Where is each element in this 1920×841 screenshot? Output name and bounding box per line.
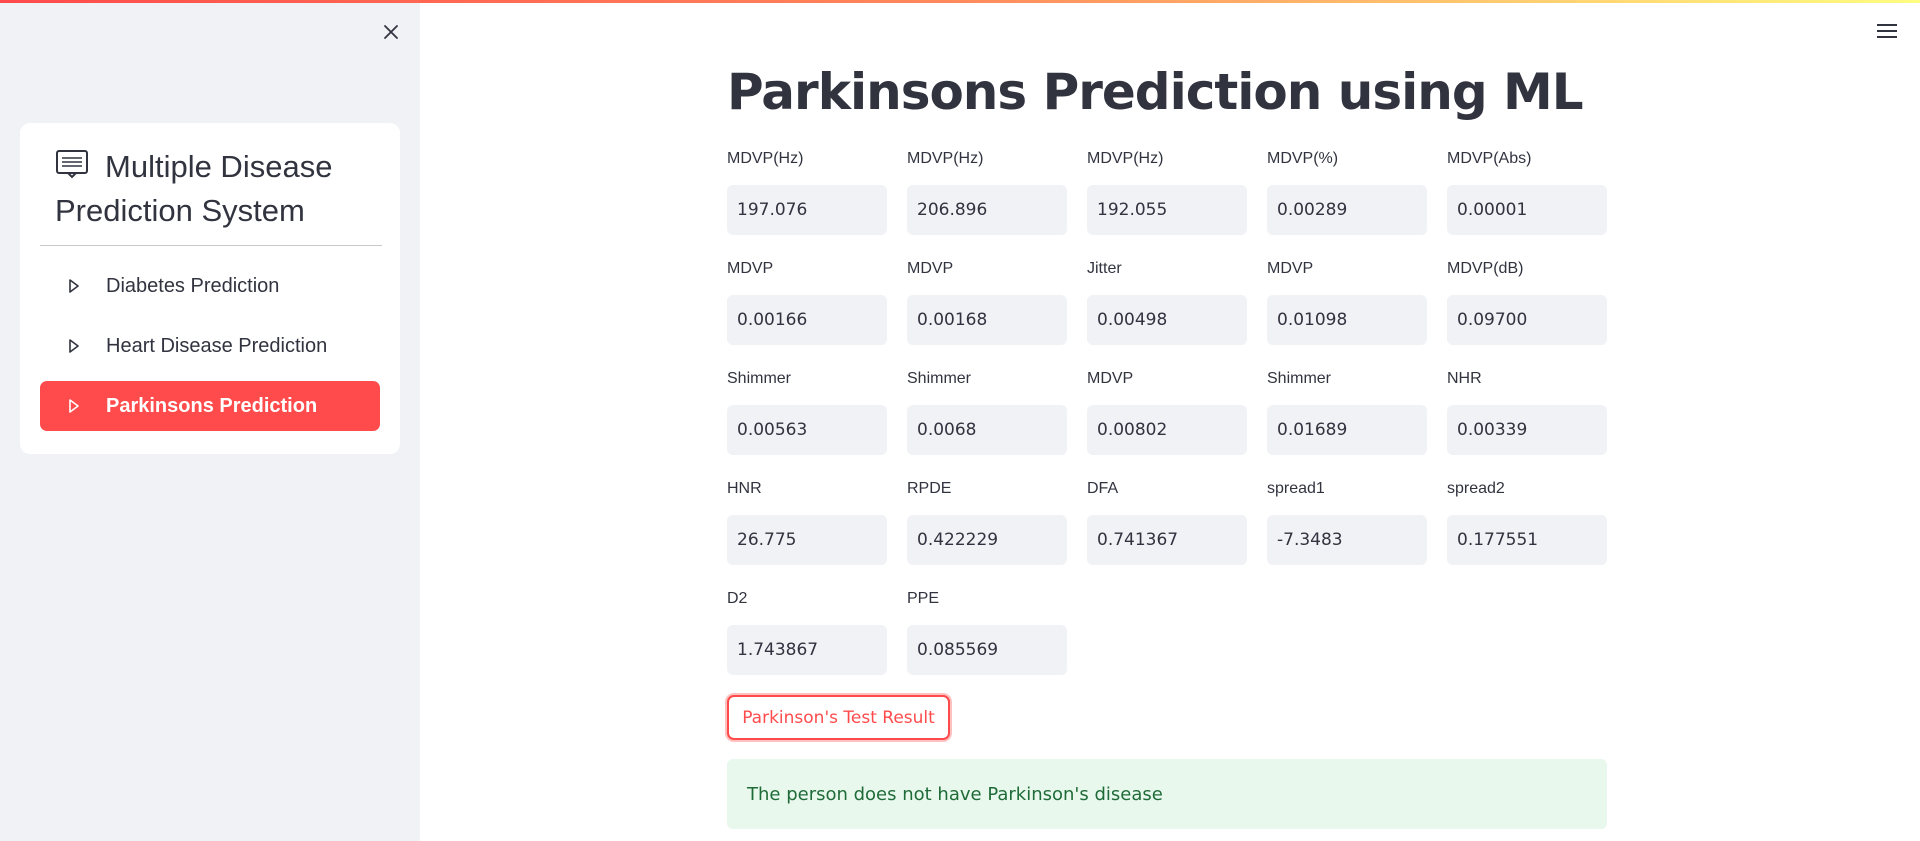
ppe-input[interactable] [907,625,1067,675]
menu-item-diabetes-prediction[interactable]: Diabetes Prediction [40,261,380,311]
field-label: spread2 [1447,480,1505,497]
result-alert: The person does not have Parkinson's dis… [727,759,1607,829]
field-label: D2 [727,590,748,607]
field-label: HNR [727,480,762,497]
mdvp-shimmer-input[interactable] [1267,295,1427,345]
mdvp-shimmer-db-input[interactable] [1447,295,1607,345]
mdvp-apq-input[interactable] [1087,405,1247,455]
menu-item-label: Diabetes Prediction [106,274,280,297]
field-label: Shimmer [1267,370,1332,387]
field-jitter-ddp: Jitter [1087,258,1247,345]
field-label: MDVP [1267,260,1314,277]
menu-divider [40,245,382,246]
field-mdvp-fhi-hz: MDVP(Hz) [907,148,1067,235]
field-label: PPE [907,590,940,607]
play-triangle-icon [68,339,98,353]
field-label: Jitter [1087,260,1122,277]
field-mdvp-rap: MDVP [727,258,887,345]
field-mdvp-apq: MDVP [1087,368,1247,455]
close-sidebar-button[interactable] [378,19,404,45]
field-label: MDVP [727,260,774,277]
field-spread1: spread1 [1267,478,1427,565]
menu-title: Multiple Disease Prediction System [55,145,385,233]
list-card-icon [56,150,88,179]
field-mdvp-jitter-percent: MDVP(%) [1267,148,1427,235]
play-triangle-icon [68,399,98,413]
menu-title-text: Multiple Disease Prediction System [55,149,333,228]
field-label: MDVP(Hz) [727,150,804,167]
field-label: NHR [1447,370,1482,387]
field-label: Shimmer [727,370,792,387]
shimmer-apq5-input[interactable] [907,405,1067,455]
mdvp-jitter-percent-input[interactable] [1267,185,1427,235]
parkinsons-test-result-button[interactable]: Parkinson's Test Result [727,695,950,740]
play-triangle-icon [68,279,98,293]
result-text: The person does not have Parkinson's dis… [747,783,1163,805]
field-rpde: RPDE [907,478,1067,565]
mdvp-fhi-hz-input[interactable] [907,185,1067,235]
spread2-input[interactable] [1447,515,1607,565]
menu-item-label: Heart Disease Prediction [106,334,328,357]
field-d2: D2 [727,588,887,675]
field-label: spread1 [1267,480,1325,497]
field-mdvp-fo-hz: MDVP(Hz) [727,148,887,235]
nhr-input[interactable] [1447,405,1607,455]
spread1-input[interactable] [1267,515,1427,565]
field-ppe: PPE [907,588,1067,675]
option-menu: Multiple Disease Prediction System Diabe… [20,123,400,454]
mdvp-jitter-abs-input[interactable] [1447,185,1607,235]
field-mdvp-shimmer: MDVP [1267,258,1427,345]
menu-item-label: Parkinsons Prediction [106,394,318,417]
hnr-input[interactable] [727,515,887,565]
field-label: MDVP(Abs) [1447,150,1532,167]
field-mdvp-ppq: MDVP [907,258,1067,345]
field-nhr: NHR [1447,368,1607,455]
main-menu-button[interactable] [1876,22,1898,40]
field-shimmer-apq3: Shimmer [727,368,887,455]
dfa-input[interactable] [1087,515,1247,565]
shimmer-dda-input[interactable] [1267,405,1427,455]
field-label: Shimmer [907,370,972,387]
field-label: RPDE [907,480,952,497]
menu-item-heart-disease-prediction[interactable]: Heart Disease Prediction [40,321,380,371]
field-label: MDVP(dB) [1447,260,1524,277]
field-label: MDVP(%) [1267,150,1339,167]
mdvp-ppq-input[interactable] [907,295,1067,345]
field-label: MDVP [1087,370,1134,387]
field-mdvp-jitter-abs: MDVP(Abs) [1447,148,1607,235]
field-label: MDVP(Hz) [907,150,984,167]
rpde-input[interactable] [907,515,1067,565]
mdvp-fo-hz-input[interactable] [727,185,887,235]
field-label: DFA [1087,480,1119,497]
field-mdvp-flo-hz: MDVP(Hz) [1087,148,1247,235]
page-title: Parkinsons Prediction using ML [727,63,1584,121]
field-dfa: DFA [1087,478,1247,565]
mdvp-flo-hz-input[interactable] [1087,185,1247,235]
d2-input[interactable] [727,625,887,675]
sidebar: Multiple Disease Prediction System Diabe… [0,3,420,841]
shimmer-apq3-input[interactable] [727,405,887,455]
field-spread2: spread2 [1447,478,1607,565]
close-icon [384,25,398,39]
hamburger-icon [1877,24,1897,38]
field-mdvp-shimmer-db: MDVP(dB) [1447,258,1607,345]
jitter-ddp-input[interactable] [1087,295,1247,345]
field-shimmer-apq5: Shimmer [907,368,1067,455]
mdvp-rap-input[interactable] [727,295,887,345]
field-label: MDVP(Hz) [1087,150,1164,167]
field-hnr: HNR [727,478,887,565]
field-shimmer-dda: Shimmer [1267,368,1427,455]
field-label: MDVP [907,260,954,277]
menu-item-parkinsons-prediction[interactable]: Parkinsons Prediction [40,381,380,431]
